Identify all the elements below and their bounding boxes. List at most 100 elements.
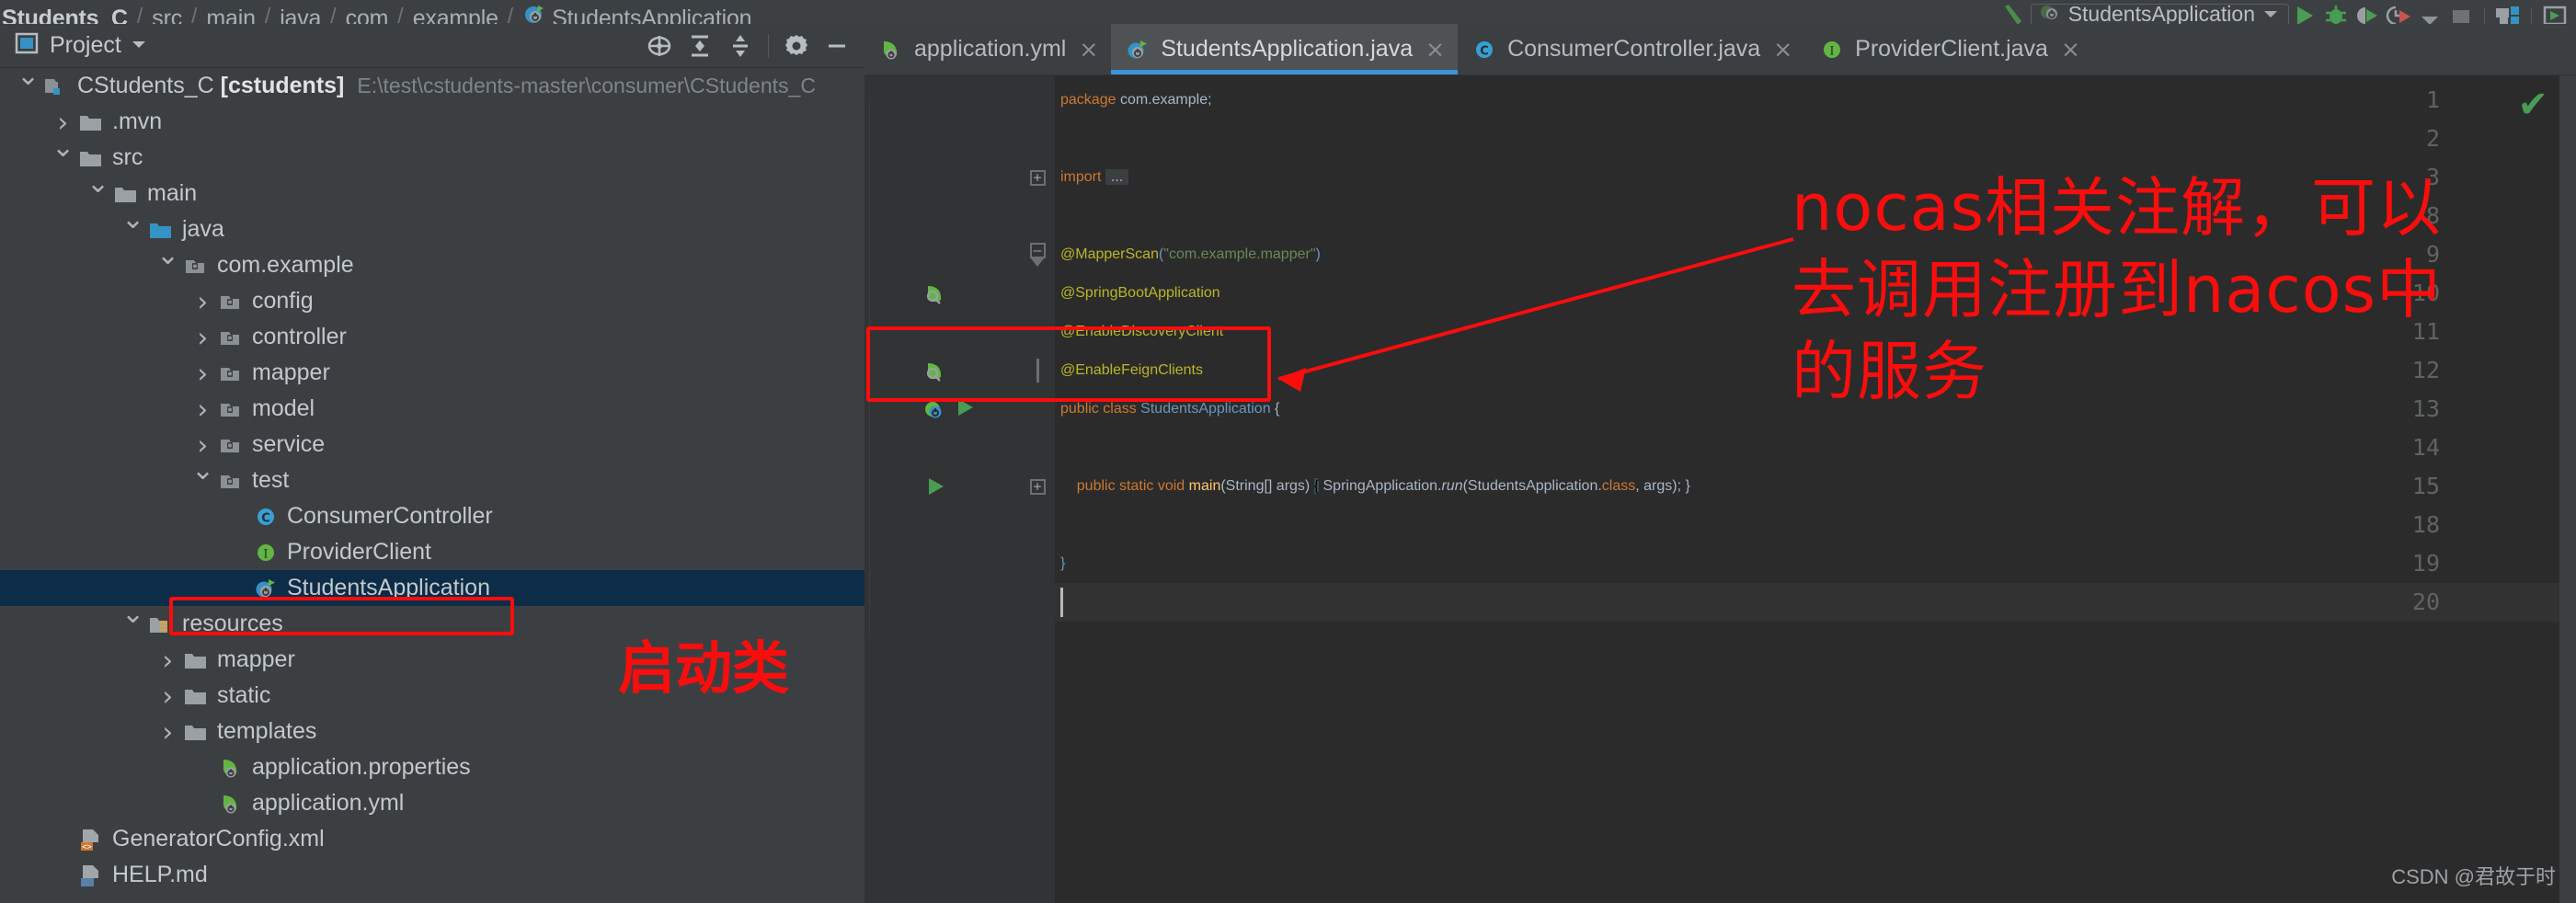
- chevron-down-icon[interactable]: [83, 167, 110, 200]
- chevron-down-icon[interactable]: [118, 203, 145, 236]
- expand-all-icon[interactable]: [680, 26, 720, 66]
- editor-tabbar[interactable]: application.yml × StudentsApplication.java…: [864, 24, 2576, 75]
- tree-row-application-properties[interactable]: application.properties: [0, 749, 864, 785]
- indent-guide: [869, 101, 870, 638]
- code-token: @EnableDiscoveryClient: [1060, 324, 1224, 339]
- tree-row-src[interactable]: src: [0, 131, 864, 176]
- chevron-down-icon[interactable]: [118, 598, 145, 631]
- tree-row-templates[interactable]: templates: [0, 714, 864, 749]
- close-icon[interactable]: ×: [1079, 36, 1098, 63]
- chevron-right-icon[interactable]: [188, 429, 215, 461]
- chevron-down-icon[interactable]: [153, 239, 180, 272]
- code-token: (StudentsApplication.: [1462, 478, 1602, 494]
- tree-row-test[interactable]: test: [0, 454, 864, 498]
- run-configuration-selector[interactable]: StudentsApplication: [2030, 2, 2289, 25]
- editor-tab-providerclient-java[interactable]: I ProviderClient.java ×: [1805, 24, 2093, 74]
- breadcrumb-item-src[interactable]: src: [152, 7, 182, 25]
- chevron-down-icon[interactable]: [2262, 7, 2279, 24]
- editor-tab-label: StudentsApplication.java: [1161, 36, 1414, 62]
- fold-expand-icon[interactable]: +: [1026, 164, 1048, 191]
- breadcrumb-item-class[interactable]: StudentsApplication: [552, 7, 751, 25]
- tree-row-cstudents-c[interactable]: CStudents_C [cstudents] E:\test\cstudents…: [0, 68, 864, 104]
- text-caret: [1060, 588, 1063, 617]
- tree-row-generatorconfig-xml[interactable]: <> GeneratorConfig.xml: [0, 821, 864, 857]
- code-token: main: [1188, 478, 1221, 494]
- run-toolbar: StudentsApplication: [1999, 0, 2576, 24]
- chevron-down-icon[interactable]: [188, 454, 215, 487]
- fold-collapse-icon[interactable]: –: [1026, 241, 1048, 269]
- minimize-icon[interactable]: [817, 26, 857, 66]
- more-run-options-button[interactable]: [2414, 3, 2445, 24]
- window-layout-icon[interactable]: [2492, 3, 2524, 24]
- tree-row-consumercontroller[interactable]: C ConsumerController: [0, 498, 864, 534]
- line-number: 14: [2411, 434, 2440, 461]
- chevron-right-icon[interactable]: [188, 358, 215, 389]
- run-method-icon[interactable]: [922, 472, 964, 501]
- fold-region-end-icon[interactable]: [1026, 357, 1048, 384]
- tree-row-java[interactable]: java: [0, 203, 864, 247]
- breadcrumb-item-example[interactable]: example: [413, 7, 498, 25]
- close-icon[interactable]: ×: [2061, 36, 2080, 63]
- chevron-right-icon[interactable]: [153, 645, 180, 676]
- code-token: , args); }: [1635, 478, 1690, 494]
- tree-row-providerclient[interactable]: I ProviderClient: [0, 534, 864, 570]
- chevron-right-icon[interactable]: [188, 394, 215, 425]
- tree-row-label: model: [252, 395, 315, 421]
- code-line: import ...: [1060, 158, 1129, 197]
- tree-row-model[interactable]: model: [0, 391, 864, 427]
- chevron-down-icon[interactable]: [131, 38, 147, 54]
- chevron-right-icon[interactable]: [188, 286, 215, 317]
- run-anything-icon[interactable]: [2539, 3, 2570, 24]
- stop-button[interactable]: [2445, 3, 2477, 24]
- code-token: class: [1601, 478, 1636, 494]
- markdown-file-icon: [75, 863, 107, 888]
- code-line: @EnableFeignClients: [1060, 351, 1203, 390]
- chevron-down-icon[interactable]: [13, 68, 40, 93]
- tree-row-com-example[interactable]: com.example: [0, 239, 864, 283]
- tree-row-application-yml[interactable]: application.yml: [0, 785, 864, 821]
- locate-target-icon[interactable]: [639, 26, 680, 66]
- spring-boot-run-config-icon: [2039, 4, 2061, 25]
- chevron-right-icon[interactable]: [153, 716, 180, 748]
- tree-row-help-md[interactable]: HELP.md: [0, 857, 864, 893]
- project-tree[interactable]: CStudents_C [cstudents] E:\test\cstudents…: [0, 68, 864, 903]
- debug-button[interactable]: [2320, 3, 2352, 24]
- breadcrumb-item-main[interactable]: main: [206, 7, 256, 25]
- fold-expand-icon[interactable]: +: [1026, 473, 1048, 500]
- collapse-all-icon[interactable]: [720, 26, 761, 66]
- tree-row-config[interactable]: config: [0, 283, 864, 319]
- editor-tab-consumercontroller-java[interactable]: C ConsumerController.java ×: [1458, 24, 1805, 74]
- green-checkmark-icon[interactable]: ✔: [2517, 86, 2548, 123]
- breadcrumb-item-com[interactable]: com: [346, 7, 389, 25]
- spring-boot-class-icon: [250, 576, 281, 601]
- editor-tab-studentsapplication-java[interactable]: StudentsApplication.java ×: [1111, 24, 1459, 74]
- run-gutter-arrow-icon[interactable]: [951, 394, 979, 425]
- tree-row-service[interactable]: service: [0, 427, 864, 463]
- editor-tab-application-yml[interactable]: application.yml ×: [864, 24, 1111, 74]
- editor-scrollbar[interactable]: [2559, 75, 2576, 903]
- run-with-coverage-button[interactable]: [2352, 3, 2383, 24]
- profile-button[interactable]: [2383, 3, 2414, 24]
- tree-row-mapper[interactable]: mapper: [0, 355, 864, 391]
- toolbar-divider: [2531, 8, 2532, 24]
- chevron-right-icon[interactable]: [188, 322, 215, 353]
- spring-bean-icon[interactable]: [922, 356, 964, 385]
- close-icon[interactable]: ×: [1773, 36, 1792, 63]
- breadcrumb-item-project[interactable]: Students_C: [2, 7, 128, 25]
- gear-icon[interactable]: [776, 26, 817, 66]
- svg-text:I: I: [263, 547, 268, 561]
- breadcrumb: Students_C / src / main / java / com / e…: [2, 0, 752, 25]
- project-panel-title-group[interactable]: Project: [15, 31, 147, 60]
- spring-boot-class-run-icon[interactable]: [922, 394, 995, 424]
- breadcrumb-item-java[interactable]: java: [280, 7, 321, 25]
- chevron-right-icon[interactable]: [48, 107, 75, 138]
- spring-bean-icon[interactable]: [922, 279, 964, 308]
- run-button[interactable]: [2289, 3, 2320, 24]
- tree-row-controller[interactable]: controller: [0, 319, 864, 355]
- tree-row--mvn[interactable]: .mvn: [0, 104, 864, 140]
- breadcrumb-separator: /: [397, 4, 404, 24]
- close-icon[interactable]: ×: [1425, 36, 1445, 63]
- chevron-right-icon[interactable]: [153, 680, 180, 712]
- chevron-down-icon[interactable]: [48, 131, 75, 165]
- java-interface-icon: I: [250, 540, 281, 566]
